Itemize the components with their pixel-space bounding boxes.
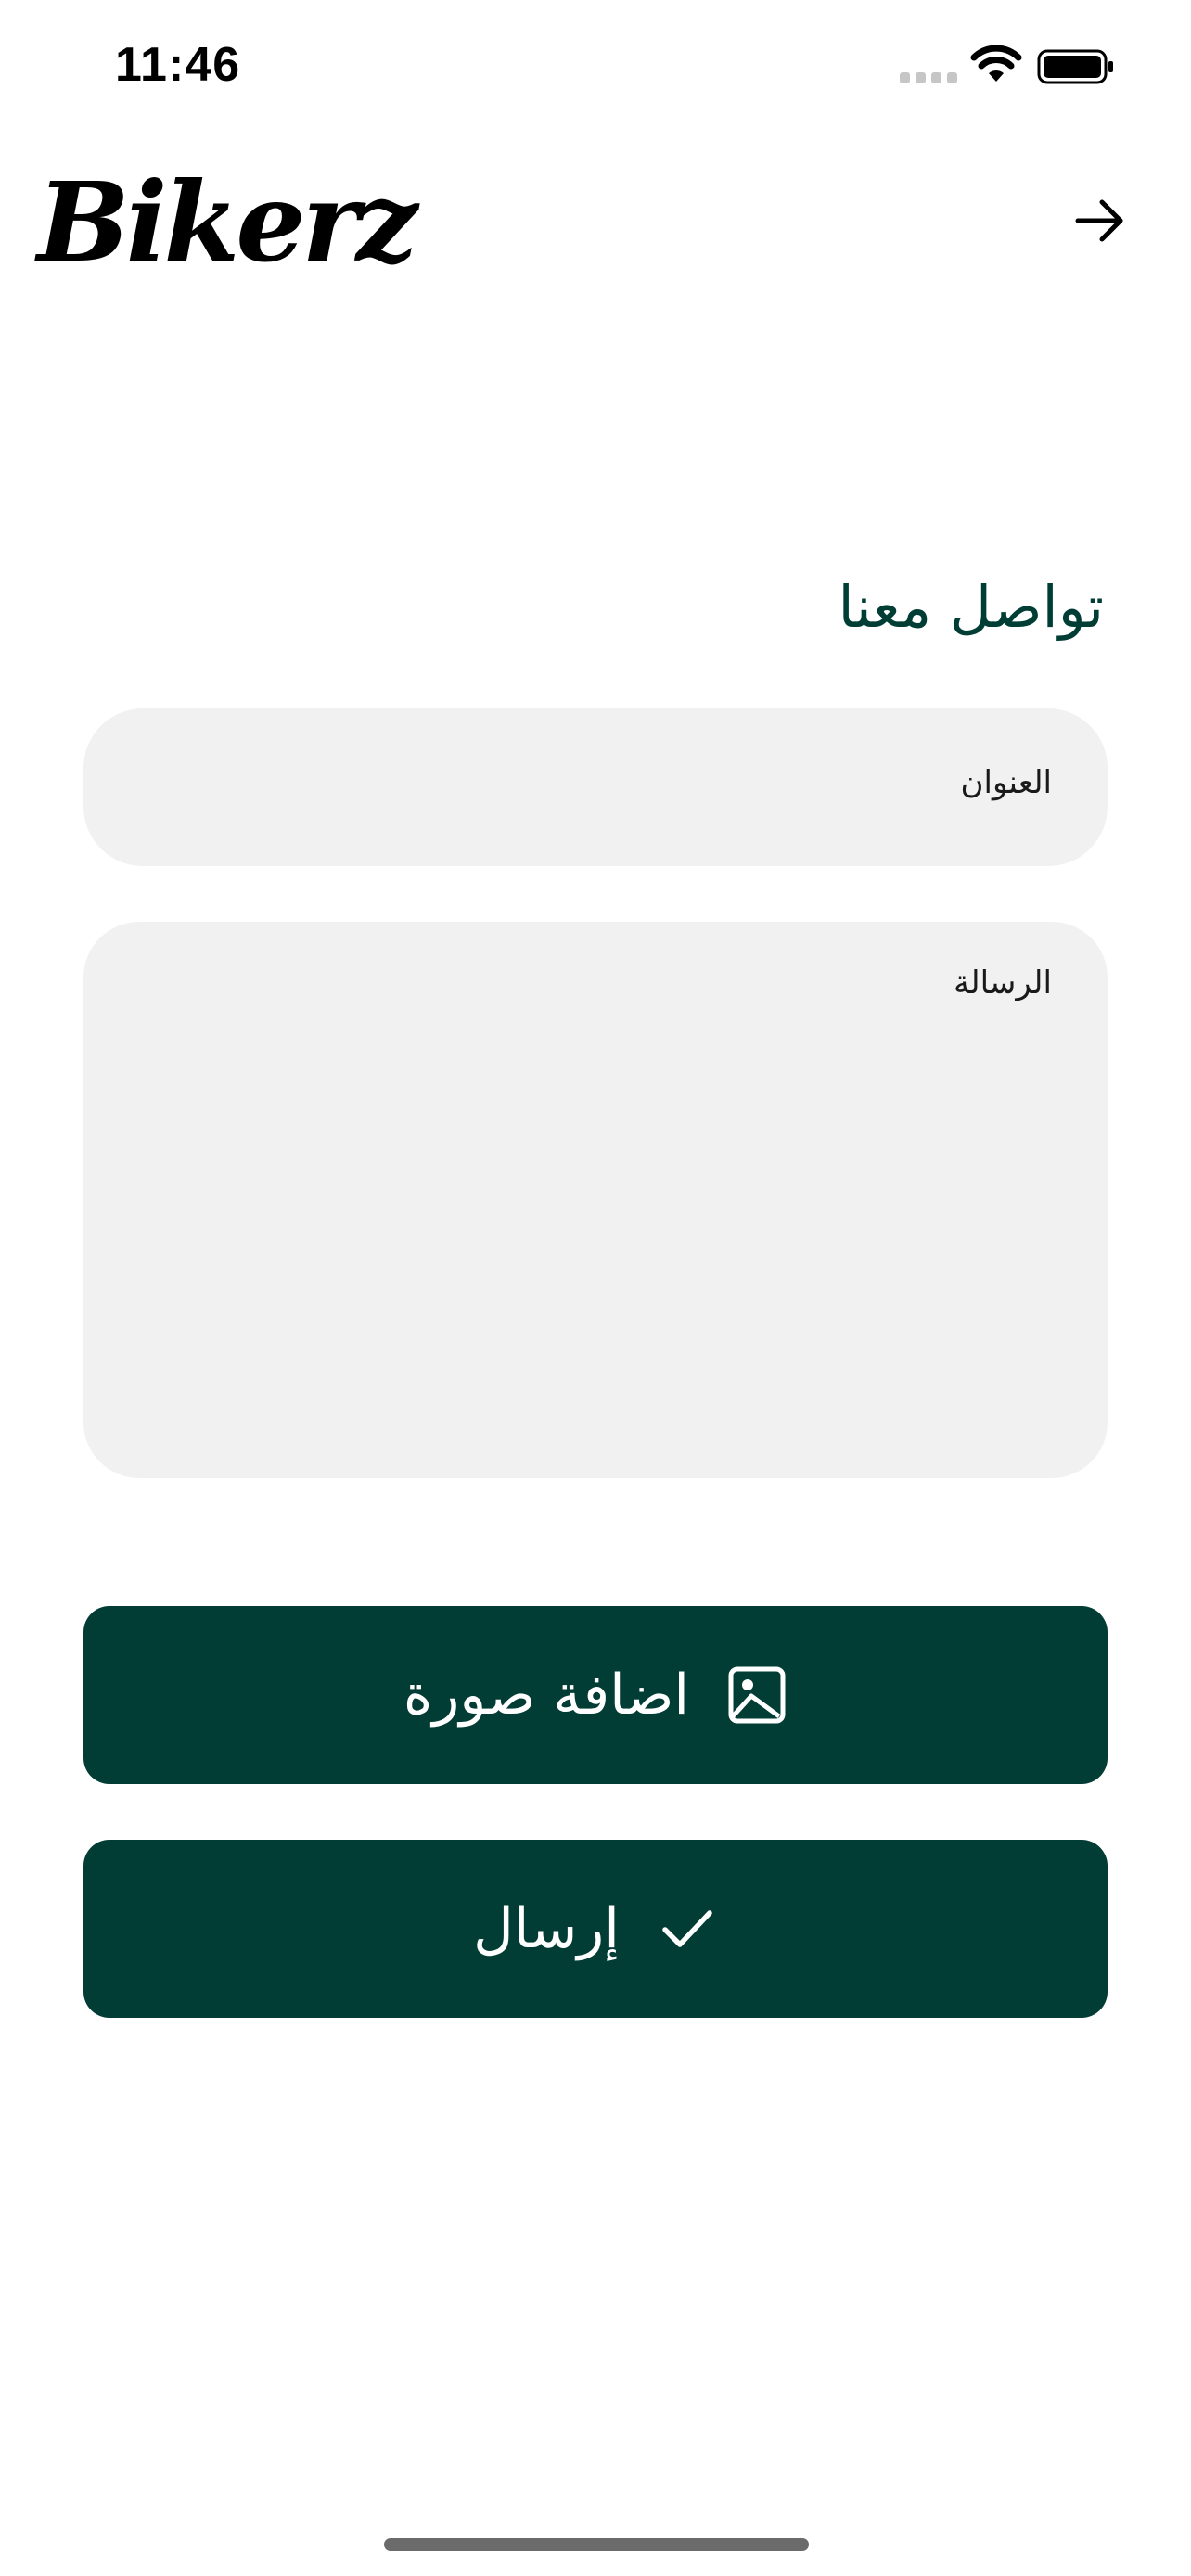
brand-logo: Bikerz (37, 158, 418, 287)
add-image-button[interactable]: اضافة صورة (83, 1606, 1108, 1784)
wifi-icon (970, 45, 1022, 82)
cellular-signal-icon (900, 72, 957, 85)
subject-input[interactable]: العنوان (83, 708, 1108, 866)
status-time: 11:46 (115, 38, 241, 92)
home-indicator[interactable] (384, 2538, 809, 2551)
subject-placeholder: العنوان (960, 764, 1052, 801)
check-icon (662, 1910, 712, 1947)
page-title: تواصل معنا (838, 573, 1104, 641)
send-button[interactable]: إرسال (83, 1840, 1108, 2018)
arrow-right-icon[interactable] (1072, 193, 1128, 249)
send-label: إرسال (473, 1896, 620, 1961)
status-bar: 11:46 (0, 0, 1191, 130)
message-placeholder: الرسالة (953, 964, 1052, 1001)
image-icon (728, 1666, 786, 1724)
add-image-label: اضافة صورة (403, 1663, 690, 1728)
message-textarea[interactable]: الرسالة (83, 922, 1108, 1478)
battery-icon (1037, 49, 1113, 84)
